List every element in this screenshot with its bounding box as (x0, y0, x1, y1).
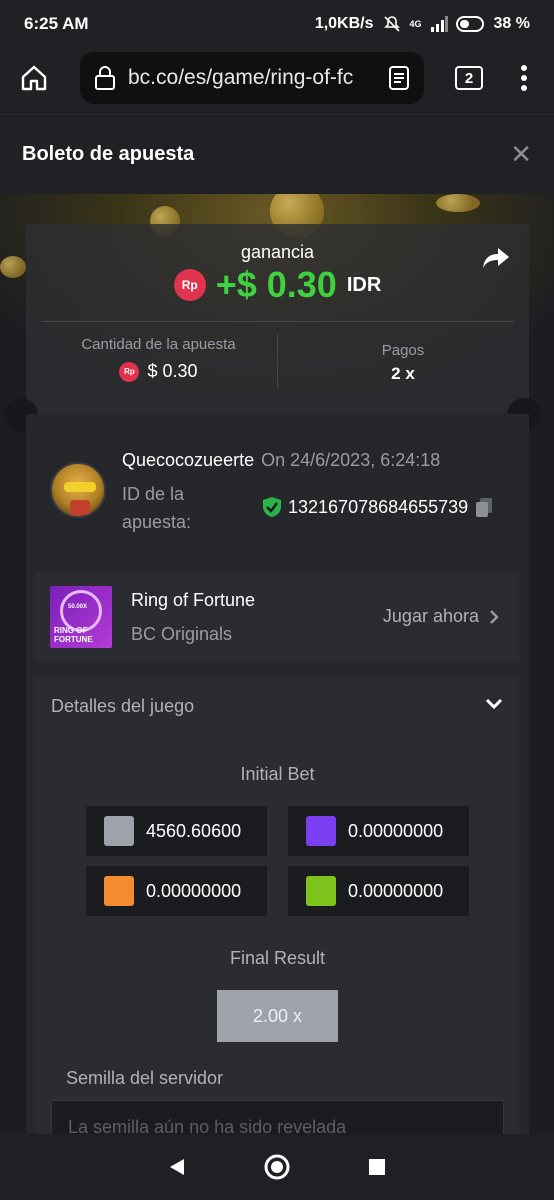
thumbnail-title-2: FORTUNE (54, 635, 93, 644)
user-line: Quecocozueerte On 24/6/2023, 6:24:18 (122, 450, 440, 471)
status-right: 1,0KB/s 4G 38 % (315, 14, 530, 34)
home-button-icon[interactable] (263, 1153, 291, 1181)
network-type: 4G (409, 19, 422, 29)
bet-ticket-content[interactable]: ganancia Rp +$ 0.30 IDR Cantidad de la a… (0, 194, 554, 1134)
bet-amount-label: Cantidad de la apuesta (81, 336, 236, 353)
game-details-header[interactable]: Detalles del juego (36, 678, 519, 734)
back-icon[interactable] (168, 1157, 186, 1177)
final-result-value: 2.00 x (252, 1005, 303, 1026)
server-seed-label: Semilla del servidor (66, 1068, 224, 1088)
modal-header: Boleto de apuesta ✕ (0, 114, 554, 194)
tab-count: 2 (464, 69, 474, 87)
bet-id-row: 132167078684655739 (262, 496, 494, 518)
mute-bell-icon (383, 16, 400, 32)
address-bar[interactable]: bc.co/es/game/ring-of-fc (80, 52, 424, 104)
game-thumbnail: 50.00X RING OF FORTUNE (50, 586, 112, 648)
browser-toolbar: bc.co/es/game/ring-of-fc 2 (0, 48, 554, 114)
username[interactable]: Quecocozueerte (122, 450, 254, 470)
game-details-title: Detalles del juego (51, 696, 195, 716)
bet-date: On 24/6/2023, 6:24:18 (261, 450, 441, 470)
url-text: bc.co/es/game/ring-of-fc (128, 66, 354, 89)
divider (42, 321, 514, 322)
win-amount: +$ 0.30 (215, 264, 337, 305)
game-provider: BC Originals (131, 624, 233, 644)
lock-icon (95, 66, 115, 90)
bet-value: 0.00000000 (348, 820, 444, 841)
bet-cell-purple: 0.00000000 (288, 806, 469, 856)
rupiah-badge: Rp (119, 361, 140, 382)
bet-value: 0.00000000 (348, 880, 444, 901)
color-swatch-purple (306, 816, 336, 846)
coin-decoration (0, 256, 26, 278)
recents-icon[interactable] (368, 1158, 386, 1176)
verified-shield-icon (263, 497, 281, 517)
thumbnail-badge: 50.00X (68, 604, 88, 610)
thumbnail-title-1: RING OF (54, 626, 88, 635)
chevron-right-icon (490, 609, 499, 624)
modal-title: Boleto de apuesta (22, 143, 195, 165)
bet-cell-gray: 4560.60600 (86, 806, 267, 856)
bet-id-value: 132167078684655739 (288, 496, 469, 517)
server-seed-placeholder: La semilla aún no ha sido revelada (68, 1117, 347, 1134)
home-icon[interactable] (20, 64, 48, 92)
network-speed: 1,0KB/s (314, 15, 374, 32)
coin-decoration (436, 194, 480, 212)
more-vert-icon[interactable] (520, 64, 528, 92)
bet-value: 0.00000000 (146, 880, 242, 901)
final-result-badge: 2.00 x (217, 990, 338, 1042)
play-now-label: Jugar ahora (382, 606, 479, 626)
rupiah-badge: Rp (173, 269, 206, 301)
bet-id-label-line1: ID de la (122, 484, 185, 504)
bet-amount-row: Rp $ 0.30 (26, 361, 291, 382)
server-seed-field[interactable]: La semilla aún no ha sido revelada (51, 1100, 504, 1134)
avatar (50, 462, 106, 518)
win-label: ganancia (240, 242, 315, 262)
bet-cell-green: 0.00000000 (288, 866, 469, 916)
bet-id-label-line2: apuesta: (122, 512, 192, 532)
color-swatch-gray (104, 816, 134, 846)
close-icon[interactable]: ✕ (510, 139, 532, 170)
game-name: Ring of Fortune (131, 590, 256, 610)
status-bar: 6:25 AM 1,0KB/s 4G 38 % (0, 0, 554, 48)
bet-amount-value: $ 0.30 (147, 361, 198, 381)
payout-label: Pagos (381, 342, 425, 359)
game-row[interactable]: 50.00X RING OF FORTUNE Ring of Fortune B… (36, 572, 519, 662)
win-card: ganancia Rp +$ 0.30 IDR Cantidad de la a… (26, 224, 529, 414)
final-result-label: Final Result (229, 948, 326, 968)
bet-cell-orange: 0.00000000 (86, 866, 267, 916)
play-now-link[interactable]: Jugar ahora (383, 606, 499, 627)
system-nav-bar (0, 1134, 554, 1200)
win-currency: IDR (346, 273, 382, 296)
battery-level: 38 % (493, 15, 530, 32)
share-icon[interactable] (482, 246, 510, 270)
initial-bet-label: Initial Bet (240, 764, 315, 784)
battery-icon (455, 16, 484, 32)
win-amount-row: Rp +$ 0.30 IDR (26, 264, 529, 306)
reader-mode-icon[interactable] (388, 65, 410, 91)
game-details-panel: Detalles del juego Initial Bet 4560.6060… (36, 678, 519, 1134)
color-swatch-orange (104, 876, 134, 906)
bet-value: 4560.60600 (146, 820, 242, 841)
color-swatch-green (306, 876, 336, 906)
tab-switcher-button[interactable]: 2 (455, 66, 483, 90)
status-time: 6:25 AM (24, 14, 89, 33)
payout-value: 2 x (391, 364, 415, 383)
signal-icon (430, 16, 448, 32)
chevron-down-icon (485, 698, 503, 710)
copy-icon[interactable] (474, 496, 494, 518)
